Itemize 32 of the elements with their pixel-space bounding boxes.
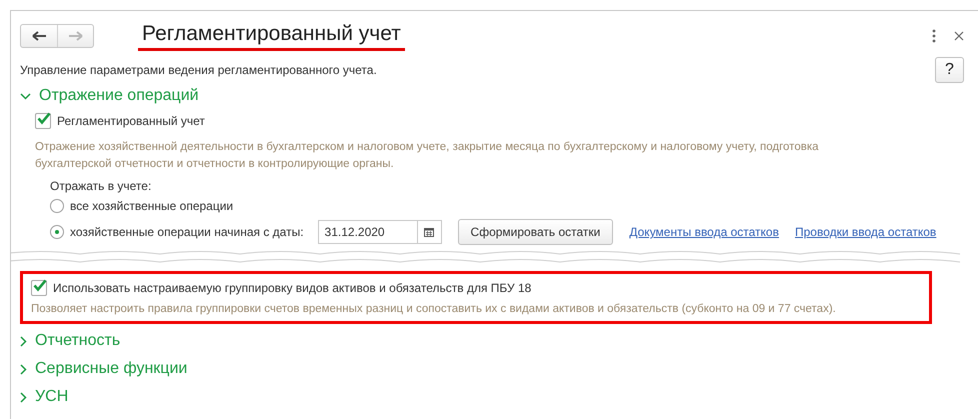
- checkbox[interactable]: Регламентированный учет: [35, 109, 978, 133]
- arrow-left-icon: [32, 31, 46, 41]
- chevron-right-icon: [20, 336, 27, 346]
- help-button[interactable]: ?: [935, 57, 964, 83]
- arrow-right-icon: [68, 31, 83, 41]
- more-menu-button[interactable]: [932, 29, 936, 43]
- generate-balances-button[interactable]: Сформировать остатки: [458, 219, 614, 245]
- close-button[interactable]: [954, 31, 964, 41]
- calendar-button[interactable]: [418, 220, 442, 244]
- window-title: Регламентированный учет: [138, 22, 405, 50]
- radio-label[interactable]: хозяйственные операции начиная с даты:: [70, 225, 304, 239]
- group-header[interactable]: Сервисные функции: [20, 356, 978, 382]
- date-field[interactable]: 31.12.2020: [318, 220, 418, 244]
- radio-button[interactable]: [50, 199, 64, 213]
- chevron-right-icon: [20, 364, 27, 374]
- chevron-down-icon: [20, 92, 31, 100]
- checkmark-icon: [37, 112, 51, 125]
- hint-text: Позволяет настроить правила группировки счетов временных разниц и сопоставить их с видами активов и обязательств (субконто на 09 и 77 счетах).: [31, 302, 837, 317]
- checkmark-icon: [33, 279, 47, 292]
- radio-label[interactable]: все хозяйственные операции: [70, 199, 234, 213]
- chevron-right-icon: [20, 392, 27, 402]
- description-text: Управление параметрами ведения регламентированного учета.: [20, 63, 377, 77]
- hint-text: Отражение хозяйственной деятельности в бухгалтерском и налоговом учете, закрытие месяца по бухгалтерскому и налоговому учету, подготовка бухгалтерской отчетности и отчетности в контролирующие органы.: [35, 140, 820, 172]
- group-header[interactable]: Отражение операций: [20, 83, 978, 109]
- group-header[interactable]: Отчетность: [20, 328, 978, 354]
- radio-group-label: Отражать в учете:: [50, 179, 152, 193]
- radio-button[interactable]: [50, 225, 64, 239]
- link[interactable]: Документы ввода остатков: [629, 225, 779, 239]
- group-header[interactable]: УСН: [20, 384, 978, 410]
- calendar-icon: [424, 227, 434, 237]
- link[interactable]: Проводки ввода остатков: [794, 225, 936, 239]
- checkbox[interactable]: Использовать настраиваемую группировку видов активов и обязательств для ПБУ 18: [31, 276, 923, 300]
